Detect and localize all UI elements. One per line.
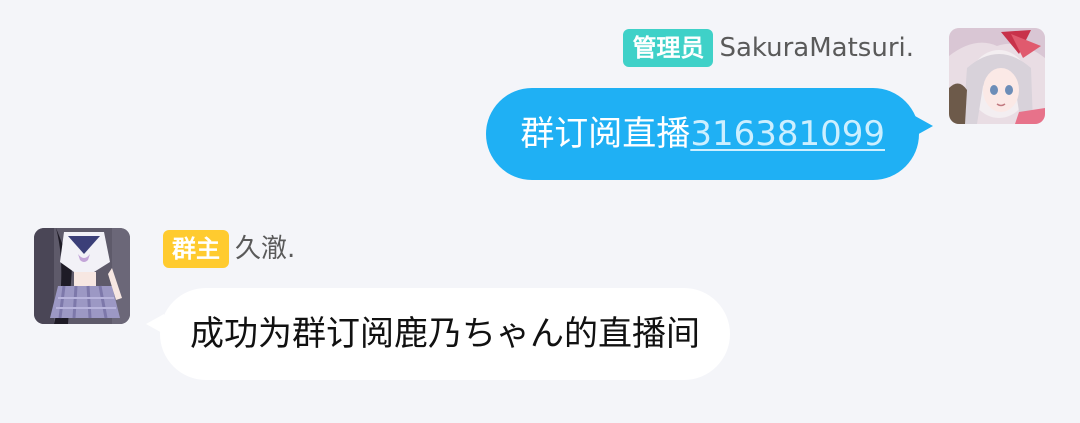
sender-name[interactable]: 久澈. [235, 231, 295, 267]
message-bubble[interactable]: 成功为群订阅鹿乃ちゃん的直播间 [146, 288, 730, 380]
sender-row: 群主 久澈. [163, 229, 295, 269]
message-text: 群订阅直播 [520, 114, 691, 154]
admin-badge: 管理员 [623, 29, 714, 67]
room-id-link[interactable]: 316381099 [690, 112, 885, 156]
sender-name[interactable]: SakuraMatsuri. [719, 30, 914, 66]
user-avatar-jiuche[interactable] [34, 228, 130, 324]
owner-badge: 群主 [163, 230, 229, 268]
bubble-tail [915, 116, 933, 136]
message-text: 成功为群订阅鹿乃ちゃん的直播间 [190, 314, 700, 354]
anime-girl-avatar-icon [949, 28, 1045, 124]
bubble-tail [146, 314, 164, 334]
sender-row: 管理员 SakuraMatsuri. [623, 28, 914, 68]
sailor-uniform-avatar-icon [34, 228, 130, 324]
message-bubble[interactable]: 群订阅直播 316381099 [486, 88, 933, 180]
user-avatar-sakuramatsuri[interactable] [949, 28, 1045, 124]
